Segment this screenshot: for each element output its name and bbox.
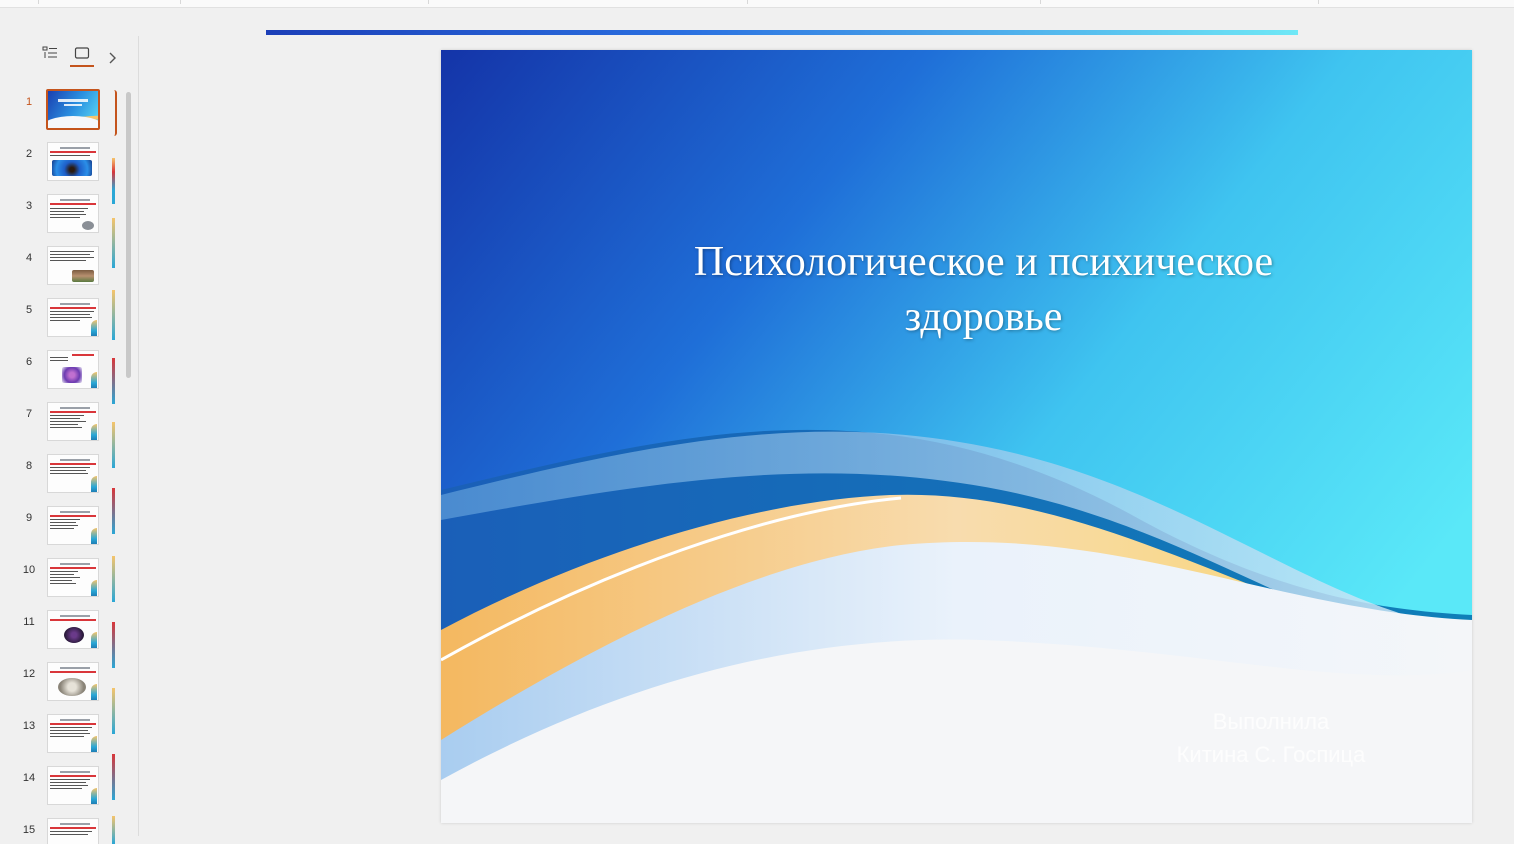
thumbnail-scrollbar[interactable]: [126, 92, 131, 378]
slide-thumbnail-preview: [46, 89, 100, 130]
slide-number: 6: [25, 356, 33, 368]
slide-number: 12: [22, 668, 36, 680]
thumbnail-edge-strip: [112, 622, 115, 668]
slide-number: 4: [25, 252, 33, 264]
subtitle-line-1: Выполнила: [1212, 709, 1330, 734]
top-toolbar-edge: [0, 0, 1514, 8]
slide-thumbnail-preview: [47, 454, 99, 493]
slide-thumbnail-8[interactable]: 8: [0, 450, 128, 496]
slide-canvas[interactable]: Психологическое и психическое здоровье В…: [441, 50, 1472, 823]
outline-view-toggle[interactable]: [38, 41, 62, 65]
thumbnail-edge-strip: [112, 556, 115, 602]
slide-thumbnail-preview: [47, 350, 99, 389]
slide-thumbnail-preview: [47, 194, 99, 233]
slide-thumbnail-preview: [47, 402, 99, 441]
slide-thumbnail-preview: [47, 766, 99, 805]
thumbnail-edge-strip: [112, 158, 115, 204]
slide-thumbnail-11[interactable]: 11: [0, 606, 128, 652]
list-outline-icon: [42, 46, 57, 58]
thumbnail-edge-strip: [112, 290, 115, 340]
toolbar-separator: [38, 0, 39, 4]
thumbnail-edge-strip: [112, 218, 115, 268]
thumbnail-edge-strip: [112, 816, 115, 844]
slide-thumbnail-13[interactable]: 13: [0, 710, 128, 756]
slide-thumbnail-preview: [47, 818, 99, 844]
slide-thumbnail-icon: [74, 47, 90, 59]
slide-thumbnail-9[interactable]: 9: [0, 502, 128, 548]
slide-number: 10: [22, 564, 36, 576]
slide-thumbnail-preview: [47, 714, 99, 753]
slide-number: 3: [25, 200, 33, 212]
slide-number: 1: [25, 96, 33, 108]
thumbnail-edge-strip: [112, 488, 115, 534]
toolbar-separator: [747, 0, 748, 4]
slide-number: 9: [25, 512, 33, 524]
slide-thumbnail-15[interactable]: 15: [0, 814, 128, 844]
slide-decoration-line: [266, 30, 1298, 35]
slide-thumbnail-14[interactable]: 14: [0, 762, 128, 808]
slide-thumbnail-preview: [47, 142, 99, 181]
thumbnail-edge-strip: [112, 358, 115, 404]
slide-thumbnail-preview: [47, 610, 99, 649]
selection-marker: [112, 90, 117, 136]
slide-number: 14: [22, 772, 36, 784]
slide-number: 5: [25, 304, 33, 316]
slide-subtitle[interactable]: Выполнила Китина С. Госпица: [1121, 705, 1421, 771]
slide-thumbnail-12[interactable]: 12: [0, 658, 128, 704]
slide-thumbnail-1[interactable]: 1: [0, 86, 128, 132]
slide-navigation-panel: 1 2 3 4 5 6 7 8 9 10 11 12 13 14 15: [0, 8, 138, 844]
toolbar-separator: [1318, 0, 1319, 4]
thumbnail-edge-strip: [112, 422, 115, 468]
panel-divider: [138, 36, 139, 836]
chevron-right-icon: [109, 52, 116, 64]
slide-number: 8: [25, 460, 33, 472]
subtitle-line-2: Китина С. Госпица: [1176, 742, 1366, 767]
slide-thumbnail-preview: [47, 246, 99, 285]
slide-title[interactable]: Психологическое и психическое здоровье: [631, 235, 1336, 345]
slides-view-toggle[interactable]: [70, 41, 94, 67]
slide-number: 15: [22, 824, 36, 836]
slide-thumbnail-6[interactable]: 6: [0, 346, 128, 392]
slide-thumbnail-preview: [47, 558, 99, 597]
slide-thumbnail-10[interactable]: 10: [0, 554, 128, 600]
thumbnail-edge-strip: [112, 688, 115, 734]
slide-number: 2: [25, 148, 33, 160]
slide-thumbnail-2[interactable]: 2: [0, 138, 128, 184]
toolbar-separator: [1040, 0, 1041, 4]
slide-thumbnail-5[interactable]: 5: [0, 294, 128, 340]
slide-thumbnail-7[interactable]: 7: [0, 398, 128, 444]
toolbar-separator: [180, 0, 181, 4]
slide-number: 13: [22, 720, 36, 732]
slide-thumbnail-list[interactable]: 1 2 3 4 5 6 7 8 9 10 11 12 13 14 15: [0, 86, 128, 844]
toolbar-separator: [428, 0, 429, 4]
slide-thumbnail-preview: [47, 662, 99, 701]
slide-thumbnail-3[interactable]: 3: [0, 190, 128, 236]
slide-thumbnail-preview: [47, 298, 99, 337]
slide-number: 11: [23, 616, 35, 628]
slide-thumbnail-4[interactable]: 4: [0, 242, 128, 288]
slide-thumbnail-preview: [47, 506, 99, 545]
collapse-panel-button[interactable]: [103, 46, 121, 70]
slide-number: 7: [25, 408, 33, 420]
thumbnail-edge-strip: [112, 754, 115, 800]
